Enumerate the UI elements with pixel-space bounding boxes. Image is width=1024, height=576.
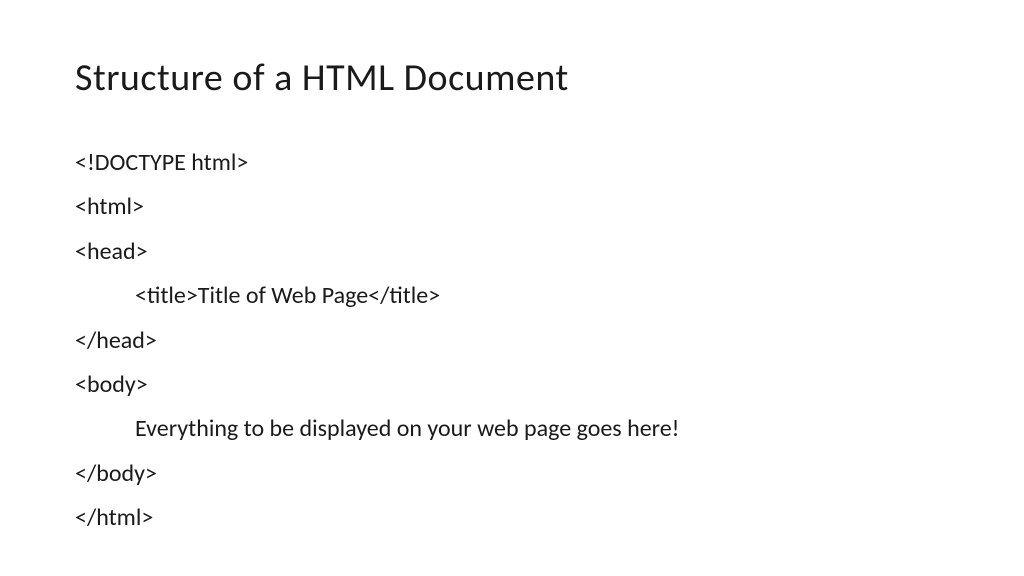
- code-line-title: <title>Title of Web Page</title>: [75, 274, 949, 318]
- code-line-head-close: </head>: [75, 319, 949, 363]
- code-line-doctype: <!DOCTYPE html>: [75, 141, 949, 185]
- code-line-html-open: <html>: [75, 185, 949, 229]
- slide-title: Structure of a HTML Document: [75, 55, 949, 101]
- code-example: <!DOCTYPE html> <html> <head> <title>Tit…: [75, 141, 949, 541]
- code-line-html-close: </html>: [75, 496, 949, 540]
- code-line-body-close: </body>: [75, 452, 949, 496]
- code-line-head-open: <head>: [75, 230, 949, 274]
- code-line-body-content: Everything to be displayed on your web p…: [75, 407, 949, 451]
- code-line-body-open: <body>: [75, 363, 949, 407]
